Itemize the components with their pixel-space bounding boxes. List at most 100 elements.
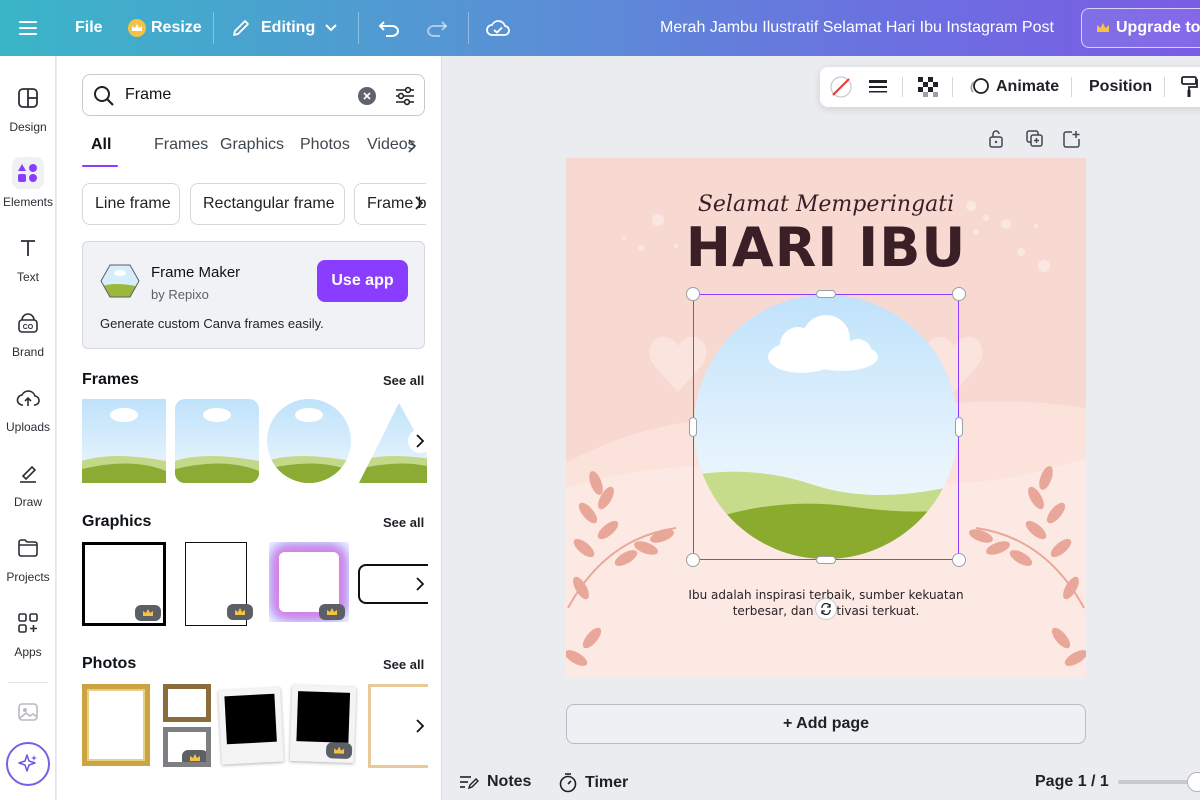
rail-label: Apps <box>14 645 42 659</box>
position-button[interactable]: Position <box>1089 78 1152 96</box>
photo-thumbnail[interactable] <box>163 684 211 722</box>
no-color-icon[interactable] <box>829 75 853 104</box>
frame-thumbnail[interactable] <box>267 399 351 483</box>
paint-roller-icon[interactable] <box>1180 76 1198 103</box>
use-app-button[interactable]: Use app <box>317 260 408 302</box>
timer-button[interactable]: Timer <box>559 773 628 793</box>
resize-handle[interactable] <box>689 417 697 437</box>
image-icon[interactable] <box>17 702 39 727</box>
cloud-save-button[interactable] <box>486 0 510 56</box>
crown-icon <box>327 608 337 615</box>
clear-search-icon[interactable] <box>358 87 376 105</box>
frame-thumbnail[interactable] <box>175 399 259 483</box>
divider <box>902 77 903 97</box>
search-input[interactable]: Frame <box>125 86 171 104</box>
lock-icon[interactable] <box>985 128 1007 150</box>
page-indicator[interactable]: Page 1 / 1 <box>1035 773 1109 791</box>
chip-line-frame[interactable]: Line frame <box>82 183 180 225</box>
selection-box[interactable] <box>693 294 959 560</box>
rotate-handle[interactable] <box>815 598 837 620</box>
resize-handle[interactable] <box>686 287 700 301</box>
resize-button[interactable]: Resize <box>128 0 202 56</box>
rail-item-projects[interactable]: Projects <box>0 526 56 596</box>
resize-handle[interactable] <box>816 556 836 564</box>
tab-photos[interactable]: Photos <box>300 136 350 154</box>
animate-button[interactable]: Animate <box>996 78 1059 96</box>
duplicate-page-icon[interactable] <box>1024 128 1046 150</box>
tab-graphics[interactable]: Graphics <box>220 136 284 154</box>
rotate-icon <box>821 603 831 615</box>
design-canvas[interactable]: Selamat Memperingati HARI IBU Ibu adalah… <box>566 158 1086 678</box>
text-icon <box>12 232 44 264</box>
divider <box>1071 77 1072 97</box>
scroll-right-button[interactable] <box>408 714 432 738</box>
magic-assistant-button[interactable] <box>6 742 50 786</box>
rail-item-design[interactable]: Design <box>0 76 56 146</box>
editing-mode-button[interactable]: Editing <box>231 0 337 56</box>
filter-icon[interactable] <box>394 85 416 112</box>
graphic-thumbnail[interactable] <box>82 542 166 626</box>
search-box[interactable]: Frame <box>82 74 425 116</box>
add-page-button[interactable]: + Add page <box>566 704 1086 744</box>
photo-thumbnail[interactable] <box>218 687 284 765</box>
notes-button[interactable]: Notes <box>459 773 531 791</box>
page-indicator-label: Page 1 / 1 <box>1035 773 1109 790</box>
resize-handle[interactable] <box>816 290 836 298</box>
border-style-icon[interactable] <box>868 77 888 102</box>
tab-frames[interactable]: Frames <box>154 136 208 154</box>
resize-handle[interactable] <box>952 553 966 567</box>
see-all-photos-link[interactable]: See all <box>383 657 424 672</box>
rail-label: Brand <box>11 345 45 359</box>
rail-item-text[interactable]: Text <box>0 226 56 296</box>
crown-icon <box>190 754 200 761</box>
rail-item-draw[interactable]: Draw <box>0 451 56 521</box>
divider <box>8 682 48 683</box>
chevron-right-icon[interactable] <box>408 139 417 158</box>
redo-button[interactable] <box>426 0 448 56</box>
upgrade-button[interactable]: Upgrade to C <box>1081 8 1200 48</box>
chevron-right-icon <box>416 577 424 591</box>
active-tab-indicator <box>82 165 118 167</box>
photo-thumbnail[interactable] <box>289 684 357 764</box>
design-icon <box>12 82 44 114</box>
crown-icon <box>1096 22 1110 34</box>
file-label: File <box>75 19 103 36</box>
main-heading[interactable]: HARI IBU <box>566 216 1086 279</box>
transparency-icon[interactable] <box>918 77 938 102</box>
scroll-right-button[interactable] <box>408 572 432 596</box>
script-heading[interactable]: Selamat Memperingati <box>566 192 1086 217</box>
see-all-graphics-link[interactable]: See all <box>383 515 424 530</box>
photo-thumbnail[interactable] <box>82 684 150 766</box>
rail-item-apps[interactable]: Apps <box>0 601 56 671</box>
premium-badge <box>227 604 253 620</box>
document-title[interactable]: Merah Jambu Ilustratif Selamat Hari Ibu … <box>660 0 1054 56</box>
elements-icon <box>12 157 44 189</box>
chevron-right-icon <box>416 719 424 733</box>
resize-handle[interactable] <box>955 417 963 437</box>
photo-thumbnail[interactable] <box>163 727 211 767</box>
zoom-slider-thumb[interactable] <box>1187 772 1200 792</box>
see-all-frames-link[interactable]: See all <box>383 373 424 388</box>
frame-maker-app-icon <box>100 261 140 301</box>
script-heading-text: Selamat Memperingati <box>697 192 955 217</box>
animate-icon[interactable] <box>968 77 990 102</box>
menu-icon[interactable] <box>18 0 38 56</box>
section-title-graphics: Graphics <box>82 513 152 530</box>
tab-all[interactable]: All <box>91 136 111 154</box>
timer-icon <box>559 773 577 793</box>
rail-item-brand[interactable]: CO Brand <box>0 301 56 371</box>
rail-item-elements[interactable]: Elements <box>0 151 56 221</box>
undo-button[interactable] <box>378 0 400 56</box>
resize-handle[interactable] <box>952 287 966 301</box>
add-page-icon[interactable] <box>1061 128 1083 150</box>
chevron-right-icon[interactable] <box>415 196 424 215</box>
app-author: by Repixo <box>151 287 209 302</box>
file-menu-button[interactable]: File <box>75 0 103 56</box>
scroll-right-button[interactable] <box>408 429 432 453</box>
resize-handle[interactable] <box>686 553 700 567</box>
chip-rectangular-frame[interactable]: Rectangular frame <box>190 183 345 225</box>
chevron-right-icon <box>416 434 424 448</box>
cloud-check-icon <box>486 20 510 36</box>
frame-thumbnail[interactable] <box>82 399 166 483</box>
rail-item-uploads[interactable]: Uploads <box>0 376 56 446</box>
